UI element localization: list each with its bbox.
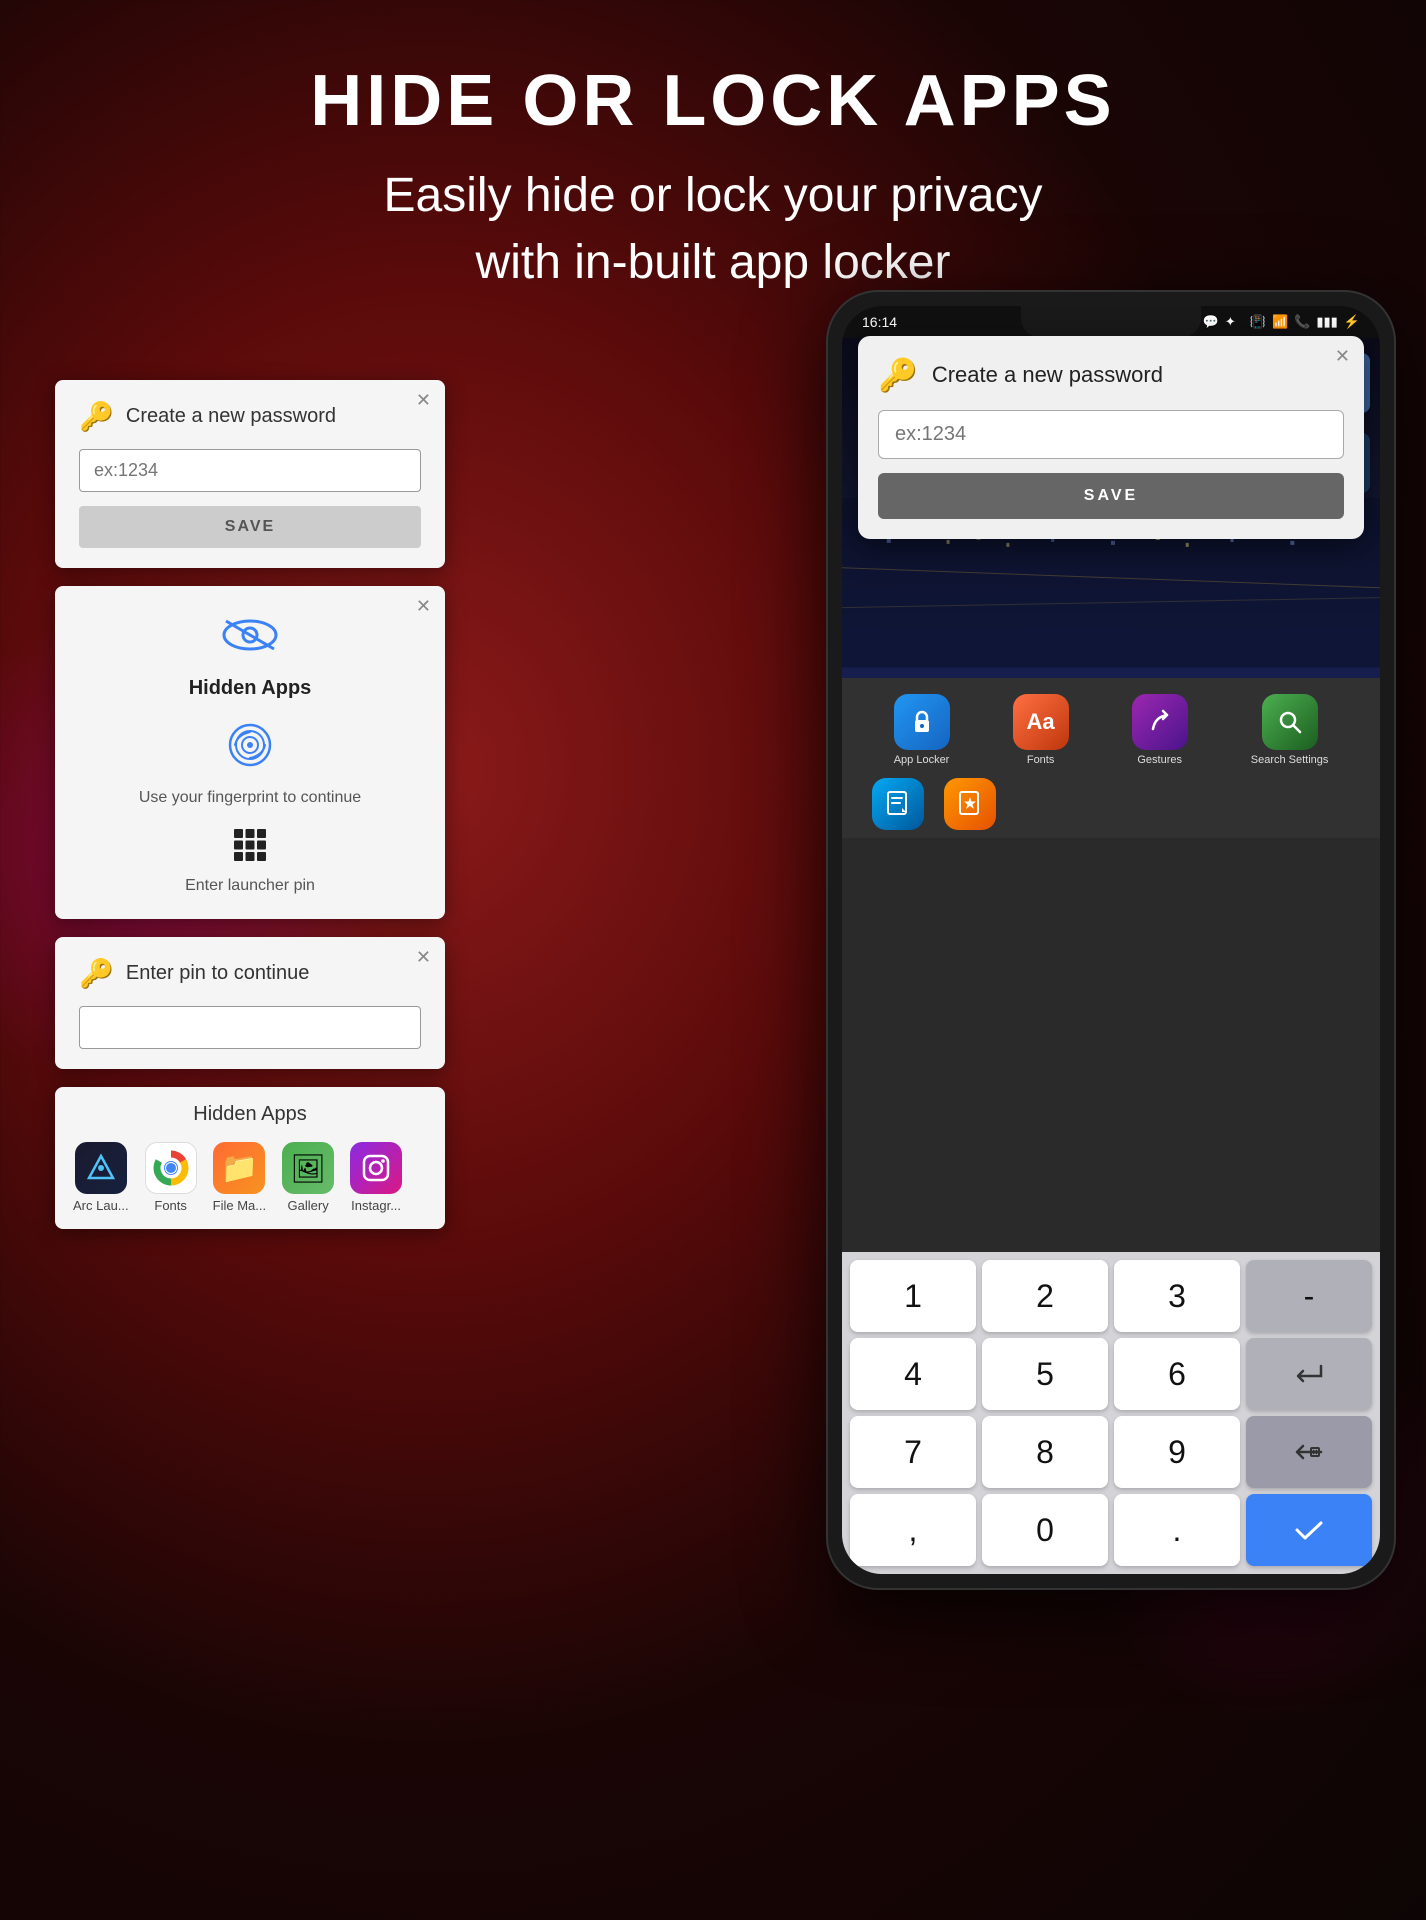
close-icon[interactable]: ✕ (416, 596, 431, 617)
enter-pin-title: Enter pin to continue (126, 962, 309, 985)
fonts-icon[interactable]: Aa Fonts (1013, 694, 1069, 766)
enter-launcher-pin-text: Enter launcher pin (75, 877, 425, 895)
instagram-app-label: Instagr... (351, 1198, 401, 1213)
gallery-app-label: Gallery (288, 1198, 329, 1213)
app-drawer: App Locker Aa Fonts (842, 678, 1380, 838)
gestures-label: Gestures (1137, 754, 1182, 766)
hidden-apps-panel: ✕ Hidden Apps Use your fingerprint to co… (55, 586, 445, 919)
phone-notch (1021, 306, 1201, 338)
key-9[interactable]: 9 (1114, 1416, 1240, 1488)
panel1-title: Create a new password (126, 405, 336, 428)
create-password-panel: ✕ 🔑 Create a new password SAVE (55, 380, 445, 568)
app-item-chrome[interactable]: Fonts (145, 1142, 197, 1213)
files-app-icon: 📁 (213, 1142, 265, 1194)
app-item-arc[interactable]: Arc Lau... (73, 1142, 129, 1213)
key-period[interactable]: . (1114, 1494, 1240, 1566)
arc-app-icon (75, 1142, 127, 1194)
modal-close-icon[interactable]: ✕ (1335, 346, 1350, 367)
save-button[interactable]: SAVE (79, 506, 421, 548)
battery-icon: ⚡ (1344, 314, 1360, 330)
key-7[interactable]: 7 (850, 1416, 976, 1488)
instagram-app-icon (350, 1142, 402, 1194)
key-dash[interactable]: - (1246, 1260, 1372, 1332)
close-icon[interactable]: ✕ (416, 947, 431, 968)
arc-app-label: Arc Lau... (73, 1198, 129, 1213)
search-settings-label: Search Settings (1251, 754, 1329, 766)
phone-modal: ✕ 🔑 Create a new password SAVE (858, 336, 1364, 539)
key-confirm[interactable] (1246, 1494, 1372, 1566)
chrome-app-icon (145, 1142, 197, 1194)
key-5[interactable]: 5 (982, 1338, 1108, 1410)
modal-save-button[interactable]: SAVE (878, 473, 1344, 519)
key-return[interactable] (1246, 1338, 1372, 1410)
key-1[interactable]: 1 (850, 1260, 976, 1332)
enter-pin-panel: ✕ 🔑 Enter pin to continue (55, 937, 445, 1069)
key-4[interactable]: 4 (850, 1338, 976, 1410)
whatsapp-icon: 💬 (1203, 314, 1219, 330)
wifi-icon: 📶 (1272, 314, 1288, 330)
key-icon: 🔑 (79, 400, 114, 433)
key-0[interactable]: 0 (982, 1494, 1108, 1566)
modal-password-input[interactable] (878, 410, 1344, 459)
key-comma[interactable]: , (850, 1494, 976, 1566)
call-icon: 📞 (1294, 314, 1310, 330)
app-item-files[interactable]: 📁 File Ma... (213, 1142, 266, 1213)
key-8[interactable]: 8 (982, 1416, 1108, 1488)
signal-icon: ▮▮▮ (1316, 314, 1337, 330)
status-time: 16:14 (862, 314, 897, 330)
key-6[interactable]: 6 (1114, 1338, 1240, 1410)
gestures-icon[interactable]: Gestures (1132, 694, 1188, 766)
app-locker-icon[interactable]: App Locker (894, 694, 950, 766)
eye-icon (75, 610, 425, 665)
phone-mockup: 16:14 ⌂ 💬 ✦ 📳 📶 📞 ▮▮▮ ⚡ (826, 290, 1396, 1590)
numpad: 1 2 3 - 4 5 6 7 8 9 (842, 1252, 1380, 1574)
fingerprint-text: Use your fingerprint to continue (75, 789, 425, 807)
files-app-label: File Ma... (213, 1198, 266, 1213)
key-icon: 🔑 (79, 957, 114, 990)
gallery-app-icon: 🖼 (282, 1142, 334, 1194)
app-item-instagram[interactable]: Instagr... (350, 1142, 402, 1213)
modal-key-icon: 🔑 (878, 356, 918, 394)
close-icon[interactable]: ✕ (416, 390, 431, 411)
hidden-apps-title: Hidden Apps (75, 677, 425, 700)
starred-icon[interactable] (944, 778, 996, 830)
hidden-apps-list-title: Hidden Apps (73, 1103, 427, 1126)
vibrate-icon: 📳 (1250, 314, 1266, 330)
fonts-label: Fonts (1027, 754, 1055, 766)
app-locker-label: App Locker (894, 754, 950, 766)
key-2[interactable]: 2 (982, 1260, 1108, 1332)
key-backspace[interactable] (1246, 1416, 1372, 1488)
password-input[interactable] (79, 449, 421, 492)
chrome-app-label: Fonts (154, 1198, 187, 1213)
search-settings-icon[interactable]: Search Settings (1251, 694, 1329, 766)
grid-icon[interactable] (75, 827, 425, 871)
fingerprint-icon[interactable] (75, 720, 425, 781)
page-subtitle: Easily hide or lock your privacywith in-… (0, 162, 1426, 296)
page-title: HIDE OR LOCK APPS (0, 60, 1426, 142)
left-panels-container: ✕ 🔑 Create a new password SAVE ✕ Hidden … (55, 380, 445, 1229)
pin-input[interactable] (79, 1006, 421, 1049)
notes-icon[interactable] (872, 778, 924, 830)
app-item-gallery[interactable]: 🖼 Gallery (282, 1142, 334, 1213)
key-3[interactable]: 3 (1114, 1260, 1240, 1332)
hidden-apps-list-panel: Hidden Apps Arc Lau... (55, 1087, 445, 1229)
modal-title: Create a new password (932, 362, 1163, 388)
settings-status-icon: ✦ (1225, 314, 1236, 330)
